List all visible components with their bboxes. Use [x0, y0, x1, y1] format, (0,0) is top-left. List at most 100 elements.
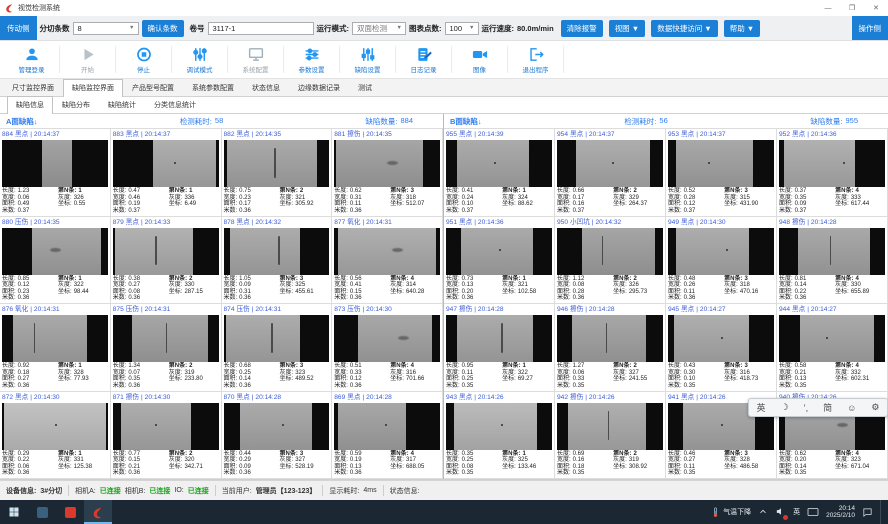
tray-expand-chevron-icon[interactable] — [758, 507, 768, 517]
defect-thumbnail[interactable] — [113, 140, 219, 187]
defect-thumbnail[interactable] — [2, 228, 108, 275]
main-tab-1[interactable]: 缺陷监控界面 — [63, 79, 123, 97]
main-tab-2[interactable]: 产品型号配置 — [123, 79, 183, 96]
defect-thumbnail[interactable] — [779, 315, 885, 362]
parameter-settings-button[interactable]: 参数设置 — [284, 41, 339, 78]
confirm-count-button[interactable]: 确认条数 — [142, 20, 184, 37]
defect-cell[interactable]: 875压伤|20:14:31 长度:1.34 宽度:0.07 面积:0.35 米… — [111, 304, 222, 392]
roll-number-input[interactable]: 3117-1 — [208, 22, 314, 35]
operator-side-button[interactable]: 操作侧 — [852, 16, 888, 40]
volume-tray-item[interactable] — [775, 506, 786, 519]
defect-cell[interactable]: 869黑点|20:14:28 长度:0.59 宽度:0.19 面积:0.13 米… — [332, 392, 443, 480]
run-mode-select[interactable]: 双面检测▼ — [352, 22, 406, 35]
maximize-button[interactable]: ❐ — [840, 0, 864, 16]
ime-language-indicator[interactable]: 英 — [793, 507, 800, 517]
defect-cell[interactable]: 884黑点|20:14:37 长度:1.23 宽度:0.06 面积:0.49 米… — [0, 129, 111, 217]
defect-cell[interactable]: 945黑点|20:14:27 长度:0.43 宽度:0.30 面积:0.10 米… — [666, 304, 777, 392]
defect-cell[interactable]: 874压伤|20:14:31 长度:0.68 宽度:0.25 面积:0.14 米… — [222, 304, 333, 392]
keyboard-icon[interactable] — [807, 507, 819, 517]
defect-thumbnail[interactable] — [2, 315, 108, 362]
view-menu-button[interactable]: 视图 ▼ — [609, 20, 646, 37]
defect-thumbnail[interactable] — [557, 140, 663, 187]
defect-cell[interactable]: 873压伤|20:14:30 长度:0.51 宽度:0.33 面积:0.12 米… — [332, 304, 443, 392]
defect-cell[interactable]: 943黑点|20:14:26 长度:0.35 宽度:0.25 面积:0.08 米… — [444, 392, 555, 480]
weather-tray-item[interactable]: 气温下降 — [710, 507, 751, 518]
ime-emoji-icon[interactable]: ☺ — [847, 403, 856, 413]
defect-cell[interactable]: 949黑点|20:14:30 长度:0.48 宽度:0.26 面积:0.11 米… — [666, 217, 777, 305]
taskbar-app-2[interactable] — [56, 500, 84, 524]
sub-tab-2[interactable]: 缺陷统计 — [99, 96, 145, 113]
defect-cell[interactable]: 877氧化|20:14:31 长度:0.56 宽度:0.41 面积:0.15 米… — [332, 217, 443, 305]
defect-cell[interactable]: 953黑点|20:14:37 长度:0.52 宽度:0.28 面积:0.12 米… — [666, 129, 777, 217]
debug-mode-button[interactable]: 调试模式 — [172, 41, 227, 78]
defect-thumbnail[interactable] — [224, 403, 330, 450]
defect-cell[interactable]: 879黑点|20:14:33 长度:0.38 宽度:0.27 面积:0.08 米… — [111, 217, 222, 305]
system-config-button[interactable]: 系统配置 — [228, 41, 283, 78]
data-quick-access-menu-button[interactable]: 数据快捷访问 ▼ — [651, 20, 718, 37]
defect-cell[interactable]: 946擦伤|20:14:28 长度:1.27 宽度:0.06 面积:0.33 米… — [555, 304, 666, 392]
defect-cell[interactable]: 880压伤|20:14:35 长度:0.85 宽度:0.12 面积:0.23 米… — [0, 217, 111, 305]
defect-cell[interactable]: 942擦伤|20:14:26 长度:0.69 宽度:0.16 面积:0.18 米… — [555, 392, 666, 480]
ime-simplified-toggle[interactable]: 简 — [823, 401, 832, 414]
sub-tab-3[interactable]: 分类信息统计 — [145, 96, 205, 113]
defect-thumbnail[interactable] — [224, 315, 330, 362]
defect-cell[interactable]: 878黑点|20:14:32 长度:1.05 宽度:0.09 面积:0.31 米… — [222, 217, 333, 305]
help-menu-button[interactable]: 帮助 ▼ — [724, 20, 761, 37]
taskbar-clock[interactable]: 20:14 2025/2/10 — [826, 505, 855, 520]
defect-thumbnail[interactable] — [334, 228, 440, 275]
defect-thumbnail[interactable] — [334, 140, 440, 187]
defect-cell[interactable]: 882黑点|20:14:35 长度:0.75 宽度:0.23 面积:0.17 米… — [222, 129, 333, 217]
defect-cell[interactable]: 948擦伤|20:14:28 长度:0.81 宽度:0.14 面积:0.22 米… — [777, 217, 888, 305]
defect-thumbnail[interactable] — [446, 315, 552, 362]
drive-side-button[interactable]: 传动侧 — [0, 16, 37, 40]
show-desktop-strip[interactable] — [880, 500, 885, 524]
ime-settings-gear-icon[interactable]: ⚙ — [871, 402, 879, 413]
panel-b-title[interactable]: B面缺陷↓ — [450, 116, 482, 127]
chart-points-select[interactable]: 100▼ — [445, 22, 479, 35]
defect-thumbnail[interactable] — [557, 228, 663, 275]
defect-cell[interactable]: 954黑点|20:14:37 长度:0.66 宽度:0.17 面积:0.16 米… — [555, 129, 666, 217]
defect-thumbnail[interactable] — [446, 403, 552, 450]
defect-thumbnail[interactable] — [2, 403, 108, 450]
panel-a-title[interactable]: A面缺陷↓ — [6, 116, 38, 127]
defect-cell[interactable]: 952黑点|20:14:36 长度:0.37 宽度:0.35 面积:0.09 米… — [777, 129, 888, 217]
defect-thumbnail[interactable] — [668, 228, 774, 275]
defect-settings-button[interactable]: 缺陷设置 — [340, 41, 395, 78]
taskbar-app-1[interactable] — [28, 500, 56, 524]
defect-thumbnail[interactable] — [224, 228, 330, 275]
image-button[interactable]: 图像 — [452, 41, 507, 78]
defect-thumbnail[interactable] — [446, 228, 552, 275]
defect-thumbnail[interactable] — [668, 140, 774, 187]
main-tab-6[interactable]: 测试 — [349, 79, 381, 96]
start-button[interactable]: 开始 — [60, 41, 115, 78]
defect-thumbnail[interactable] — [334, 403, 440, 450]
defect-thumbnail[interactable] — [113, 403, 219, 450]
defect-cell[interactable]: 947擦伤|20:14:28 长度:0.95 宽度:0.11 面积:0.25 米… — [444, 304, 555, 392]
start-button[interactable] — [0, 500, 28, 524]
defect-cell[interactable]: 876氧化|20:14:31 长度:0.92 宽度:0.18 面积:0.27 米… — [0, 304, 111, 392]
defect-thumbnail[interactable] — [668, 315, 774, 362]
clear-alarm-button[interactable]: 清除报警 — [561, 20, 603, 37]
sub-tab-0[interactable]: 缺陷信息 — [7, 96, 53, 114]
defect-thumbnail[interactable] — [113, 228, 219, 275]
taskbar-app-inspection-active[interactable] — [84, 500, 112, 524]
defect-cell[interactable]: 955黑点|20:14:39 长度:0.41 宽度:0.24 面积:0.10 米… — [444, 129, 555, 217]
main-tab-3[interactable]: 系统参数配置 — [183, 79, 243, 96]
defect-cell[interactable]: 871擦伤|20:14:30 长度:0.77 宽度:0.15 面积:0.21 米… — [111, 392, 222, 480]
defect-thumbnail[interactable] — [2, 140, 108, 187]
defect-thumbnail[interactable] — [557, 403, 663, 450]
defect-cell[interactable]: 881擦伤|20:14:35 长度:0.62 宽度:0.31 面积:0.11 米… — [332, 129, 443, 217]
ime-lang-toggle[interactable]: 英 — [757, 401, 766, 414]
main-tab-0[interactable]: 尺寸监控界面 — [3, 79, 63, 96]
sub-tab-1[interactable]: 缺陷分布 — [53, 96, 99, 113]
defect-cell[interactable]: 883黑点|20:14:37 长度:0.47 宽度:0.46 面积:0.19 米… — [111, 129, 222, 217]
admin-login-button[interactable]: 管理登录 — [4, 41, 59, 78]
defect-cell[interactable]: 951黑点|20:14:36 长度:0.73 宽度:0.13 面积:0.20 米… — [444, 217, 555, 305]
main-tab-5[interactable]: 边缘数据记录 — [289, 79, 349, 96]
close-button[interactable]: ✕ — [864, 0, 888, 16]
main-tab-4[interactable]: 状态信息 — [243, 79, 289, 96]
defect-thumbnail[interactable] — [224, 140, 330, 187]
defect-cell[interactable]: 950小凹坑|20:14:32 长度:1.12 宽度:0.08 面积:0.28 … — [555, 217, 666, 305]
minimize-button[interactable]: — — [816, 0, 840, 16]
defect-thumbnail[interactable] — [113, 315, 219, 362]
